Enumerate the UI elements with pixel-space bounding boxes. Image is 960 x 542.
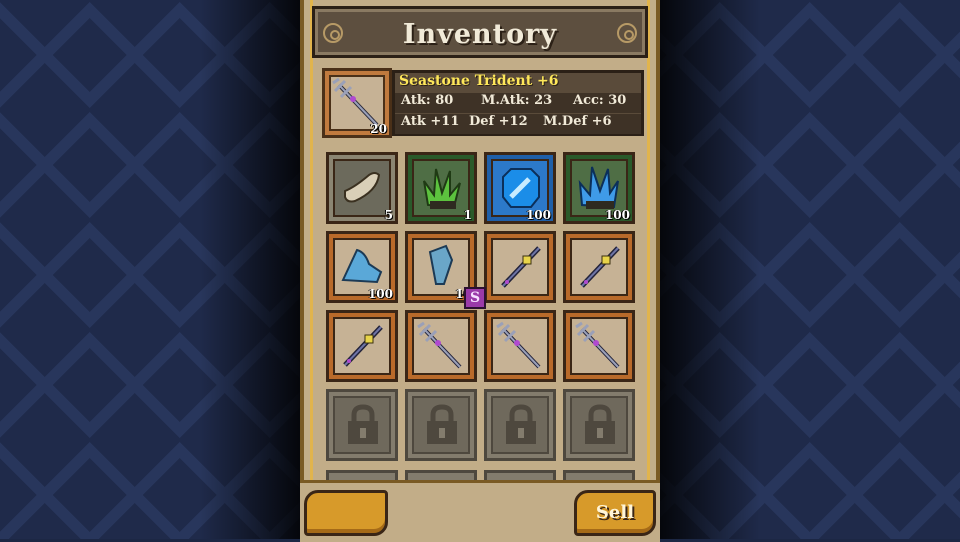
bonus-def: Def +12 [469, 114, 528, 129]
locked-slot[interactable] [405, 389, 477, 461]
item-detail: 20 Seastone Trident +6 Atk: 80 M.Atk: 23… [322, 68, 644, 140]
item-name: Seastone Trident +6 [399, 73, 559, 89]
trident-icon [417, 321, 462, 369]
stat-atk: Atk: 80 [401, 93, 454, 108]
back-button[interactable] [304, 490, 388, 536]
staff-icon [343, 325, 383, 367]
selected-item-slot[interactable]: 20 [322, 68, 392, 138]
lock-icon [506, 404, 536, 444]
trident-icon [496, 321, 541, 369]
stat-line-base: Atk: 80 M.Atk: 23 Acc: 30 [395, 93, 641, 113]
bone-horn-icon [344, 172, 381, 203]
blue-gem-icon [502, 168, 540, 208]
page-title: Inventory [402, 19, 558, 50]
blue-crystal-icon [578, 166, 619, 209]
swirl-ornament-icon [617, 23, 637, 43]
item-count: 100 [525, 208, 551, 222]
lock-icon [427, 404, 457, 444]
stat-matk: M.Atk: 23 [481, 93, 553, 108]
stats-panel: Seastone Trident +6 Atk: 80 M.Atk: 23 Ac… [392, 70, 644, 136]
staff-icon [580, 246, 620, 288]
item-count: 1 [463, 208, 472, 222]
sell-button[interactable]: Sell [574, 490, 656, 536]
blue-feather-icon [428, 244, 454, 285]
inventory-slot[interactable] [484, 231, 556, 303]
item-count: 100 [367, 287, 393, 301]
blue-shard-icon [341, 248, 383, 284]
inventory-slot[interactable]: 100 [484, 152, 556, 224]
locked-slot[interactable] [484, 389, 556, 461]
locked-slot[interactable] [563, 389, 635, 461]
inventory-slot[interactable]: 100 [563, 152, 635, 224]
sort-badge[interactable]: S [464, 287, 486, 309]
locked-slot[interactable] [326, 389, 398, 461]
lock-icon [348, 404, 378, 444]
trident-icon [575, 321, 620, 369]
inventory-slot[interactable] [563, 310, 635, 382]
bonus-atk: Atk +11 [401, 114, 460, 129]
inventory-slot[interactable]: 5 [326, 152, 398, 224]
stat-line-bonus: Atk +11 Def +12 M.Def +6 [395, 114, 641, 134]
sell-button-label: Sell [595, 502, 635, 523]
inventory-slot[interactable]: 1 [405, 152, 477, 224]
bottom-bar: Sell [300, 470, 660, 542]
lock-icon [585, 404, 615, 444]
inventory-slot[interactable] [405, 310, 477, 382]
right-shadow [660, 0, 760, 539]
stat-acc: Acc: 30 [573, 93, 627, 108]
green-crystal-icon [423, 168, 461, 209]
left-shadow [200, 0, 300, 539]
staff-icon [501, 246, 541, 288]
item-count: 5 [384, 208, 393, 222]
inventory-slot[interactable] [484, 310, 556, 382]
title-bar: Inventory [312, 6, 648, 58]
item-count: 100 [604, 208, 630, 222]
inventory-slot[interactable] [563, 231, 635, 303]
selected-count: 20 [370, 122, 387, 136]
inventory-slot[interactable] [326, 310, 398, 382]
bonus-mdef: M.Def +6 [543, 114, 612, 129]
inventory-slot[interactable]: 100 [326, 231, 398, 303]
